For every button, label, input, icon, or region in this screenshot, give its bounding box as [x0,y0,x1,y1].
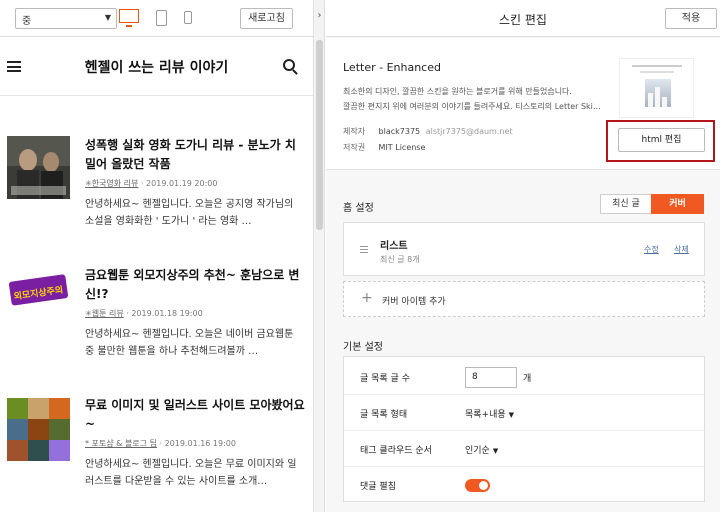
cover-item-subtitle: 최신 글 8개 [380,255,420,264]
preview-toolbar: 중 ▼ 새로고침 [0,0,313,37]
setting-label: 글 목록 형태 [360,410,408,420]
highlight-annotation [606,120,715,162]
cover-item-card[interactable]: 리스트 최신 글 8개 수정 삭제 [343,222,705,276]
post-date: 2019.01.16 19:00 [164,439,236,448]
skin-maker-label: 제작자 [343,127,366,136]
tab-latest-posts[interactable]: 최신 글 [600,194,652,214]
post-category[interactable]: ✳한국영화 리뷰 [85,179,138,188]
add-cover-item-label: 커버 아이템 추가 [382,297,446,307]
skin-license-label: 저작권 [343,143,366,152]
chevron-down-icon: ▼ [104,13,111,22]
post-meta: ✳한국영화 리뷰 · 2019.01.19 20:00 [85,179,218,188]
blog-header: 헨젤이 쓰는 리뷰 이야기 [0,37,313,96]
preview-scrollbar-thumb[interactable] [316,40,323,230]
section-title: 홈 설정 [343,203,374,214]
mobile-view-icon[interactable] [184,11,192,24]
skin-editor-pane: 스킨 편집 적용 Letter - Enhanced 최소한의 디자인, 깔끔한… [326,0,720,512]
setting-row-comment-expand: 댓글 펼침 [344,467,706,503]
skin-info: Letter - Enhanced 최소한의 디자인, 깔끔한 스킨을 원하는 … [326,38,720,170]
drag-handle-icon[interactable] [360,246,368,253]
edit-link[interactable]: 수정 [644,244,659,255]
post-date: 2019.01.18 19:00 [131,309,203,318]
add-cover-item-button[interactable]: + 커버 아이템 추가 [343,281,705,317]
post-title[interactable]: 금요웹툰 외모지상주의 추천~ 훈남으로 변신!? [85,266,305,304]
preview-scrollbar[interactable]: › [313,0,325,512]
post-item[interactable]: 무료 이미지 및 일러스트 사이트 모아봤어요~ * 포토샵 & 블로그 팁 ·… [0,380,313,490]
setting-label: 댓글 펼침 [360,482,396,492]
tab-cover[interactable]: 커버 [651,194,704,214]
post-thumbnail [7,136,70,199]
skin-preview-thumbnail [619,58,694,118]
comment-expand-toggle[interactable] [465,479,490,492]
list-type-dropdown[interactable]: 목록+내용 ▼ [465,407,514,420]
post-excerpt: 안녕하세요~ 헨젤입니다. 오늘은 공지영 작가님의 소설을 영화화한 ' 도가… [85,199,294,227]
post-thumbnail: 외모지상주의 [7,262,70,325]
tablet-view-icon[interactable] [156,10,167,26]
post-title[interactable]: 성폭행 실화 영화 도가니 리뷰 - 분노가 치밀어 올랐던 작품 [85,136,305,174]
editor-title: 스킨 편집 [499,13,547,27]
skin-description-line: 최소한의 디자인, 깔끔한 스킨을 원하는 블로거를 위해 만들었습니다. [343,87,572,96]
post-meta: * 포토샵 & 블로그 팁 · 2019.01.16 19:00 [85,439,236,448]
skin-maker-value: black7375 [378,127,421,136]
skin-license-value: MIT License [378,143,426,152]
cover-item-name: 리스트 [380,241,408,252]
skin-description-line: 깔끔한 편지지 위에 여러분의 이야기를 들려주세요. 티스토리의 Letter… [343,102,601,111]
tag-order-dropdown[interactable]: 인기순 ▼ [465,443,498,456]
blog-title[interactable]: 헨젤이 쓰는 리뷰 이야기 [0,57,313,77]
section-title: 기본 설정 [343,342,383,353]
plus-icon: + [361,290,373,306]
setting-row-post-count: 글 목록 글 수 8 개 [344,359,706,395]
post-category[interactable]: * 포토샵 & 블로그 팁 [85,439,157,448]
delete-link[interactable]: 삭제 [674,244,689,255]
post-item[interactable]: 성폭행 실화 영화 도가니 리뷰 - 분노가 치밀어 올랐던 작품 ✳한국영화 … [0,120,313,230]
post-meta: ✳웹툰 리뷰 · 2019.01.18 19:00 [85,309,203,318]
post-excerpt: 안녕하세요~ 헨젤입니다. 오늘은 무료 이미지와 일러스트를 다운받을 수 있… [85,459,297,487]
apply-button[interactable]: 적용 [665,8,717,29]
refresh-button[interactable]: 새로고침 [240,8,293,29]
caret-down-icon: ▼ [508,411,515,419]
tag-order-value: 인기순 [465,446,490,456]
skin-license-row: 저작권 MIT License [343,142,425,153]
post-title[interactable]: 무료 이미지 및 일러스트 사이트 모아봤어요~ [85,396,305,434]
basic-settings-card: 글 목록 글 수 8 개 글 목록 형태 목록+내용 ▼ 태그 클라우드 순서 인… [343,356,706,503]
skin-maker-email: alstjr7375@daum.net [425,127,513,136]
setting-label: 글 목록 글 수 [360,374,410,384]
chevron-right-icon[interactable]: › [314,10,325,21]
setting-row-tag-order: 태그 클라우드 순서 인기순 ▼ [344,431,706,467]
setting-row-list-type: 글 목록 형태 목록+내용 ▼ [344,395,706,431]
post-excerpt: 안녕하세요~ 헨젤입니다. 오늘은 네이버 금요웹툰 중 불만한 웹툰을 하나 … [85,329,294,357]
post-item[interactable]: 외모지상주의 금요웹툰 외모지상주의 추천~ 훈남으로 변신!? ✳웹툰 리뷰 … [0,250,313,360]
skin-maker-row: 제작자 black7375 alstjr7375@daum.net [343,126,513,137]
post-count-input[interactable]: 8 [465,367,517,388]
setting-label: 태그 클라우드 순서 [360,446,432,456]
zoom-select[interactable]: 중 ▼ [15,8,117,29]
post-category[interactable]: ✳웹툰 리뷰 [85,309,124,318]
caret-down-icon: ▼ [492,447,499,455]
skin-description: 최소한의 디자인, 깔끔한 스킨을 원하는 블로거를 위해 만들었습니다. 깔끔… [343,84,603,114]
editor-header: 스킨 편집 적용 [326,0,720,37]
desktop-view-icon[interactable] [119,9,139,27]
blog-preview-pane: 중 ▼ 새로고침 헨젤이 쓰는 리뷰 이야기 성폭행 실화 영화 도가니 리뷰 … [0,0,313,512]
zoom-select-value: 중 [22,16,32,27]
search-icon[interactable] [283,59,295,71]
post-date: 2019.01.19 20:00 [146,179,218,188]
list-type-value: 목록+내용 [465,410,506,420]
post-thumbnail [7,398,70,461]
post-count-unit: 개 [523,374,532,384]
skin-name: Letter - Enhanced [343,61,441,74]
